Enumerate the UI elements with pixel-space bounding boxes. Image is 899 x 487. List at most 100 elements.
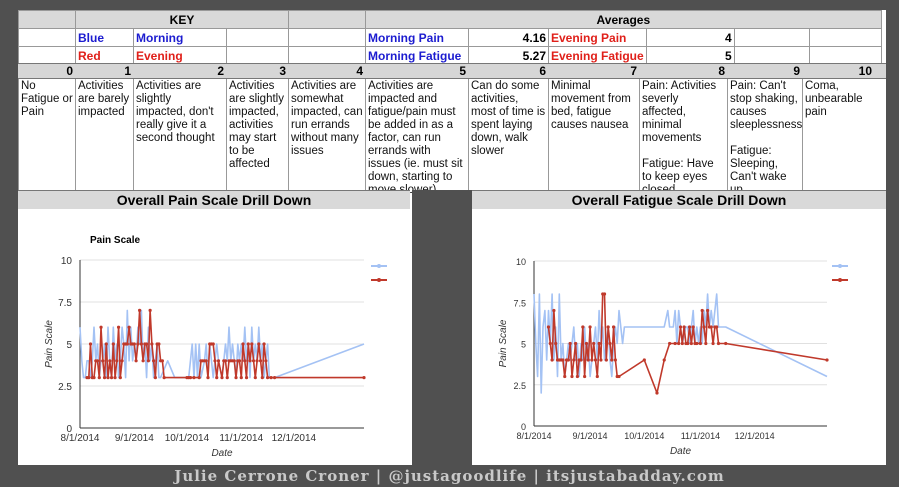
data-point-evening: [709, 325, 713, 329]
data-point-evening: [92, 376, 96, 380]
x-tick-label: 12/1/2014: [735, 431, 775, 441]
data-point-evening: [101, 359, 105, 363]
data-point-evening: [825, 358, 829, 362]
data-point-evening: [204, 359, 208, 363]
data-point-evening: [102, 376, 107, 380]
data-point-evening: [711, 341, 715, 346]
data-point-evening: [264, 359, 268, 363]
data-point-evening: [146, 359, 150, 363]
x-tick-label: 8/1/2014: [516, 431, 551, 441]
cell[interactable]: [808, 46, 882, 65]
data-point-evening: [702, 325, 706, 329]
x-tick-label: 11/1/2014: [681, 431, 720, 441]
evening-fatigue-label[interactable]: Evening Fatigue: [548, 46, 647, 65]
evening-pain-label[interactable]: Evening Pain: [548, 28, 647, 47]
key-red-label[interactable]: Red: [75, 46, 134, 65]
cell[interactable]: [18, 28, 76, 47]
scale-description-8[interactable]: Pain: Activities severly affected, minim…: [639, 79, 727, 199]
data-point-evening: [668, 341, 672, 346]
data-point-evening: [686, 341, 690, 346]
y-axis-label: Pain Scale: [44, 320, 55, 368]
key-table: KEY Averages Blue Morning Morning Pain 4…: [18, 10, 882, 65]
data-point-evening: [546, 325, 551, 329]
cell[interactable]: [288, 46, 366, 65]
scale-description-1[interactable]: Activities are barely impacted: [75, 79, 133, 199]
key-title: KEY: [75, 10, 289, 29]
key-blue-label[interactable]: Blue: [75, 28, 134, 47]
data-point-evening: [220, 376, 224, 380]
scale-number-0[interactable]: 0: [18, 64, 75, 78]
data-point-evening: [132, 342, 136, 346]
scale-description-6[interactable]: Can do some activities, most of time is …: [468, 79, 548, 199]
data-point-evening: [583, 374, 587, 379]
scale-number-3[interactable]: 3: [226, 64, 288, 78]
scale-number-5[interactable]: 5: [365, 64, 468, 78]
morning-fatigue-value[interactable]: 5.27: [468, 46, 549, 65]
scale-description-0[interactable]: No Fatigue or Pain: [18, 79, 75, 199]
scale-number-1[interactable]: 1: [75, 64, 133, 78]
data-point-evening: [262, 342, 266, 346]
data-point-evening: [272, 376, 277, 380]
data-point-evening: [136, 342, 140, 346]
y-tick-label: 7.5: [513, 298, 526, 308]
data-point-evening: [248, 359, 252, 363]
data-point-evening: [118, 376, 122, 380]
scale-number-10[interactable]: 10: [802, 64, 874, 78]
data-point-evening: [257, 342, 261, 346]
scale-number-2[interactable]: 2: [133, 64, 226, 78]
scale-description-2[interactable]: Activities are slightly impacted, don't …: [133, 79, 226, 199]
scale-number-6[interactable]: 6: [468, 64, 548, 78]
data-point-evening: [563, 374, 567, 379]
cell[interactable]: [226, 28, 289, 47]
data-point-evening: [258, 359, 263, 363]
scale-description-row: No Fatigue or Pain Activities are barely …: [18, 79, 886, 199]
x-tick-label: 12/1/2014: [272, 433, 317, 444]
scale-description-4[interactable]: Activities are somewhat impacted, can ru…: [288, 79, 365, 199]
data-point-evening: [678, 325, 683, 329]
data-point-evening: [673, 341, 677, 346]
y-axis-label: Pain Scale: [498, 319, 509, 367]
data-point-evening: [104, 342, 108, 346]
cell[interactable]: [733, 46, 810, 65]
data-point-evening: [602, 292, 607, 296]
data-point-evening: [139, 342, 143, 346]
scale-number-9[interactable]: 9: [727, 64, 802, 78]
scale-description-9[interactable]: Pain: Can't stop shaking, causes sleeple…: [727, 79, 802, 199]
morning-pain-value[interactable]: 4.16: [468, 28, 549, 47]
data-point-evening: [138, 308, 142, 312]
scale-description-7[interactable]: Minimal movement from bed, fatigue cause…: [548, 79, 639, 199]
data-point-evening: [575, 374, 580, 379]
data-point-evening: [120, 359, 124, 363]
x-axis-label: Date: [211, 448, 233, 459]
cell[interactable]: [288, 28, 366, 47]
x-tick-label: 9/1/2014: [115, 433, 154, 444]
morning-pain-label[interactable]: Morning Pain: [365, 28, 469, 47]
y-tick-label: 2.5: [58, 382, 72, 393]
data-point-evening: [153, 376, 157, 380]
data-point-evening: [689, 341, 693, 346]
key-blue-value[interactable]: Morning: [133, 28, 227, 47]
scale-number-7[interactable]: 7: [548, 64, 639, 78]
morning-fatigue-label[interactable]: Morning Fatigue: [365, 46, 469, 65]
data-point-evening: [250, 342, 254, 346]
data-point-evening: [611, 325, 616, 329]
data-point-evening: [225, 376, 229, 380]
data-point-evening: [561, 358, 565, 362]
scale-number-8[interactable]: 8: [639, 64, 727, 78]
scale-number-4[interactable]: 4: [288, 64, 365, 78]
fatigue-chart-area: 0 2.5 5 7.5 10 8/1/2014 9/1/2014 10/1/2014 11/1/…: [472, 209, 886, 465]
cell[interactable]: [226, 46, 289, 65]
averages-title: Averages: [365, 10, 882, 29]
data-point-evening: [255, 359, 259, 363]
cell[interactable]: [18, 46, 76, 65]
data-point-evening: [253, 376, 257, 380]
scale-description-5[interactable]: Activities are impacted and fatigue/pain…: [365, 79, 468, 199]
scale-description-10[interactable]: Coma, unbearable pain: [802, 79, 874, 199]
cell[interactable]: [808, 28, 882, 47]
key-red-value[interactable]: Evening: [133, 46, 227, 65]
data-point-evening: [586, 358, 590, 362]
scale-description-3[interactable]: Activities are slightly impacted, activi…: [226, 79, 288, 199]
cell[interactable]: [733, 28, 810, 47]
evening-pain-value[interactable]: 4: [645, 28, 735, 47]
evening-fatigue-value[interactable]: 5: [645, 46, 735, 65]
